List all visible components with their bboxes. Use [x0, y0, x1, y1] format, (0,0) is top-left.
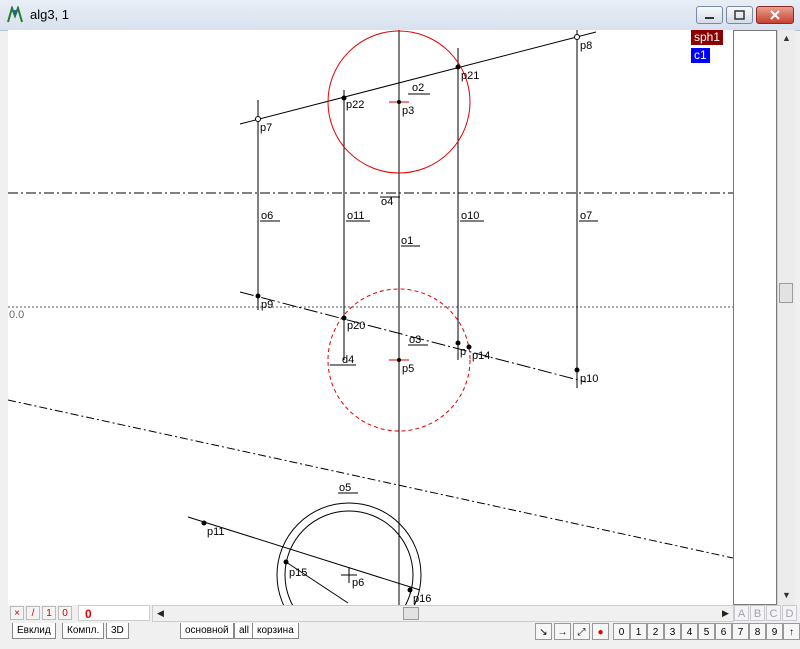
- point-p21[interactable]: [455, 64, 461, 70]
- svg-text:p21: p21: [461, 70, 479, 82]
- drawing-canvas[interactable]: 0.0 p7 p8 p21 p22 p3 o2 o4 o6 o11 o1 o10…: [8, 30, 733, 605]
- scroll-up-icon[interactable]: ▲: [778, 30, 795, 47]
- point-p8[interactable]: [574, 34, 580, 40]
- delete-button[interactable]: ×: [10, 606, 24, 620]
- svg-text:p6: p6: [352, 577, 364, 589]
- layer-5-button[interactable]: 5: [698, 623, 715, 640]
- point-p3[interactable]: [397, 100, 401, 104]
- tab-all[interactable]: all: [234, 623, 255, 639]
- counter-field: 0: [78, 605, 150, 621]
- scroll-left-icon[interactable]: ◀: [153, 606, 168, 621]
- layer-7-button[interactable]: 7: [732, 623, 749, 640]
- bottom-tabs-row: Евклид Компл. 3D основной all корзина ↘ …: [8, 623, 800, 645]
- point-p10[interactable]: [574, 367, 580, 373]
- svg-text:p16: p16: [413, 593, 431, 605]
- horizontal-scrollbar[interactable]: ◀ ▶: [152, 605, 734, 622]
- point-p14[interactable]: [466, 344, 472, 350]
- minimize-button[interactable]: [696, 6, 723, 24]
- mode-0-button[interactable]: 0: [58, 606, 72, 620]
- tab-euclid[interactable]: Евклид: [12, 623, 56, 639]
- geometry-drawing: 0.0 p7 p8 p21 p22 p3 o2 o4 o6 o11 o1 o10…: [8, 30, 733, 605]
- svg-text:o10: o10: [461, 210, 479, 222]
- tab-trash[interactable]: корзина: [252, 623, 299, 639]
- layer-3-button[interactable]: 3: [664, 623, 681, 640]
- layer-6-button[interactable]: 6: [715, 623, 732, 640]
- tool-line-icon[interactable]: ↘: [535, 623, 552, 640]
- line-o5: [8, 399, 733, 559]
- window-title: alg3, 1: [30, 7, 70, 22]
- view-d-button[interactable]: D: [782, 605, 797, 621]
- tab-3d[interactable]: 3D: [106, 623, 129, 639]
- object-list[interactable]: [733, 30, 777, 605]
- layer-8-button[interactable]: 8: [749, 623, 766, 640]
- tool-resize-icon[interactable]: ⤢: [573, 623, 590, 640]
- tab-main-layer[interactable]: основной: [180, 623, 234, 639]
- svg-text:p15: p15: [289, 567, 307, 579]
- svg-text:p8: p8: [580, 40, 592, 52]
- svg-text:o5: o5: [339, 482, 351, 494]
- view-a-button[interactable]: A: [734, 605, 749, 621]
- minimize-icon: [705, 17, 714, 19]
- tag-c1[interactable]: c1: [691, 48, 710, 63]
- svg-text:o2: o2: [412, 82, 424, 94]
- point-p20[interactable]: [341, 315, 347, 321]
- point-p7[interactable]: [255, 116, 261, 122]
- svg-text:o1: o1: [401, 235, 413, 247]
- mode-1-button[interactable]: 1: [42, 606, 56, 620]
- svg-text:o7: o7: [580, 210, 592, 222]
- svg-text:p11: p11: [207, 526, 225, 538]
- layer-4-button[interactable]: 4: [681, 623, 698, 640]
- svg-text:o3: o3: [409, 334, 421, 346]
- svg-text:p22: p22: [346, 99, 364, 111]
- app-icon: [7, 6, 23, 23]
- axis-value-label: 0.0: [9, 309, 24, 321]
- title-bar: alg3, 1: [0, 0, 800, 31]
- scroll-right-icon[interactable]: ▶: [718, 606, 733, 621]
- line-o2: [239, 31, 597, 125]
- canvas-labels: p7 p8 p21 p22 p3 o2 o4 o6 o11 o1 o10 o7 …: [207, 40, 598, 605]
- svg-text:p9: p9: [261, 299, 273, 311]
- svg-text:p14: p14: [472, 350, 490, 362]
- tool-point-icon[interactable]: ●: [592, 623, 609, 640]
- point-p9[interactable]: [255, 293, 261, 299]
- layer-9-button[interactable]: 9: [766, 623, 783, 640]
- close-button[interactable]: [756, 6, 794, 24]
- svg-text:p10: p10: [580, 373, 598, 385]
- tag-sph1[interactable]: sph1: [691, 30, 724, 45]
- label-hooks: [260, 93, 598, 494]
- layer-0-button[interactable]: 0: [613, 623, 630, 640]
- layer-1-button[interactable]: 1: [630, 623, 647, 640]
- svg-text:p5: p5: [402, 363, 414, 375]
- view-b-button[interactable]: B: [750, 605, 765, 621]
- svg-text:p: p: [460, 346, 466, 358]
- svg-text:o4: o4: [381, 196, 393, 208]
- point-p4[interactable]: [455, 340, 461, 346]
- point-p5[interactable]: [397, 358, 401, 362]
- bottom-status-row: × / 1 0 0 ◀ ▶ A B C D: [8, 605, 800, 623]
- vertical-scrollbar[interactable]: ▲ ▼: [777, 30, 795, 605]
- svg-text:p3: p3: [402, 105, 414, 117]
- view-c-button[interactable]: C: [766, 605, 781, 621]
- svg-text:p7: p7: [260, 122, 272, 134]
- tool-arrow-icon[interactable]: →: [554, 623, 571, 640]
- point-p11[interactable]: [201, 520, 207, 526]
- svg-text:o6: o6: [261, 210, 273, 222]
- horizontal-scroll-thumb[interactable]: [403, 607, 419, 620]
- tab-complex[interactable]: Компл.: [62, 623, 105, 639]
- object-list-panel[interactable]: [733, 30, 777, 605]
- scroll-down-icon[interactable]: ▼: [778, 587, 795, 604]
- point-p16[interactable]: [407, 587, 413, 593]
- vertical-scroll-thumb[interactable]: [779, 283, 793, 303]
- circle-inner: [284, 510, 414, 605]
- svg-text:d4: d4: [342, 354, 354, 366]
- line-mode-button[interactable]: /: [26, 606, 40, 620]
- maximize-button[interactable]: [726, 6, 753, 24]
- maximize-icon: [734, 10, 745, 20]
- close-icon: [770, 10, 780, 20]
- layer-2-button[interactable]: 2: [647, 623, 664, 640]
- point-p15[interactable]: [283, 559, 289, 565]
- svg-text:o11: o11: [347, 210, 365, 222]
- layer-up-button[interactable]: ↑: [783, 623, 800, 640]
- svg-text:p20: p20: [347, 320, 365, 332]
